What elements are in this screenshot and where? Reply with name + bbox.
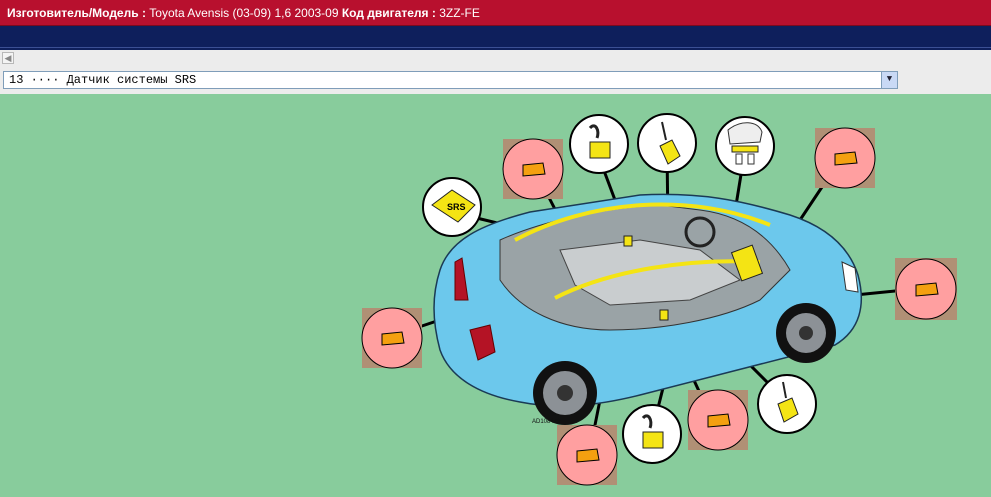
horizontal-scrollbar[interactable]: ◀	[0, 50, 991, 67]
selector-row: 13 ···· Датчик системы SRS ▼	[0, 66, 991, 94]
dropdown-arrow-icon[interactable]: ▼	[881, 72, 897, 88]
connector-callout-3[interactable]	[895, 258, 957, 320]
component-select-value: 13 ···· Датчик системы SRS	[9, 73, 197, 87]
title-bar: Изготовитель/Модель : Toyota Avensis (03…	[0, 0, 991, 26]
engine-value: 3ZZ-FE	[439, 6, 480, 20]
connector-callout-1[interactable]	[502, 138, 564, 200]
connector-callout-4[interactable]	[361, 307, 423, 369]
model-value: Toyota Avensis (03-09) 1,6 2003-09	[149, 6, 339, 20]
connector-callout-6[interactable]	[687, 389, 749, 451]
sensor-callout-5[interactable]	[757, 374, 817, 434]
sensor-callout-1[interactable]	[569, 114, 629, 174]
diagram-svg: AD108479 SRS	[361, 113, 957, 486]
sensor-callout-4[interactable]	[622, 404, 682, 464]
image-code: AD108479	[532, 419, 561, 425]
nav-bar	[0, 26, 991, 50]
wiring-diagram: AD108479 SRS	[0, 94, 991, 497]
model-label: Изготовитель/Модель :	[7, 6, 146, 20]
engine-label: Код двигателя :	[341, 6, 436, 20]
connector-callout-2[interactable]	[814, 127, 876, 189]
srs-module-callout[interactable]: SRS	[422, 177, 482, 237]
sensor-callout-2[interactable]	[637, 113, 697, 173]
scroll-left-icon[interactable]: ◀	[2, 52, 14, 64]
nav-stripe	[0, 47, 991, 48]
connector-callout-5[interactable]	[556, 424, 618, 486]
srs-label: SRS	[447, 202, 466, 212]
component-select[interactable]: 13 ···· Датчик системы SRS ▼	[3, 71, 898, 89]
sensor-callout-3[interactable]	[715, 116, 775, 176]
